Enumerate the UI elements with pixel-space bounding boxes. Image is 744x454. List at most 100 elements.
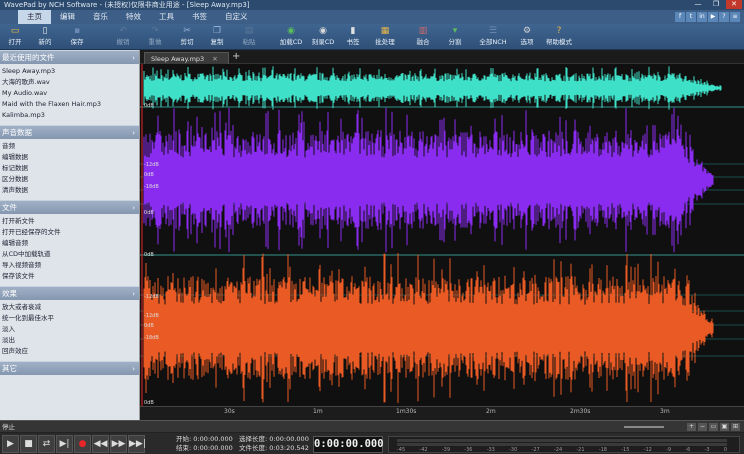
sidebar-item[interactable]: 保存该文件 [2, 271, 139, 282]
close-button[interactable]: ✕ [726, 0, 742, 9]
menu-tab-2[interactable]: 音乐 [84, 10, 117, 24]
maximize-button[interactable]: ❐ [708, 0, 724, 9]
sidebar-section-header-1[interactable]: 声音数据 › [0, 125, 139, 139]
sidebar-item[interactable]: 打开已经保存的文件 [2, 227, 139, 238]
section-title: 其它 [2, 364, 17, 373]
help-button[interactable]: ? 帮助模式 [544, 25, 574, 49]
time-info: 开始: 0:00:00.000 选择长度: 0:00:00.000 结束: 0:… [176, 435, 309, 453]
tools-button[interactable]: ⚙ 选项 [512, 25, 542, 49]
sidebar-section-header-2[interactable]: 文件 › [0, 200, 139, 214]
new-file-icon: ▯ [42, 26, 48, 36]
menu-tab-0[interactable]: 主页 [18, 10, 51, 24]
copy-button[interactable]: ❐ 复制 [202, 25, 232, 49]
split-button[interactable]: ▾ 分割 [440, 25, 470, 49]
copy-icon: ❐ [212, 26, 222, 36]
help-icon[interactable]: ? [719, 12, 729, 22]
waveform-canvas[interactable]: 0dB -12dB 0dB -18dB 0dB 0dB -12dB -12dB … [140, 64, 744, 406]
twitter-icon[interactable]: t [686, 12, 696, 22]
chevron-right-icon: › [132, 54, 135, 62]
loop-button[interactable]: ⇄ [38, 435, 55, 453]
sidebar-item[interactable]: 淡出 [2, 335, 139, 346]
toolbar-label: 重做 [148, 38, 162, 46]
ruler-tick-1m30s: 1m30s [396, 408, 417, 415]
zoom-out-icon[interactable]: − [698, 423, 707, 431]
zoom-in-icon[interactable]: + [687, 423, 696, 431]
close-tab-icon[interactable]: ✕ [212, 55, 217, 63]
sidebar-item[interactable]: 音频 [2, 141, 139, 152]
open-button[interactable]: ▭ 打开 [0, 25, 30, 49]
stop-button[interactable]: ■ [20, 435, 37, 453]
sidebar-item[interactable]: 标记数据 [2, 163, 139, 174]
undo-button[interactable]: ↶ 撤销 [108, 25, 138, 49]
redo-button[interactable]: ↷ 重做 [140, 25, 170, 49]
sidebar-item[interactable]: 放大或者衰减 [2, 302, 139, 313]
play-to-end-icon: ▶| [59, 439, 70, 449]
sidebar-item[interactable]: 编辑音频 [2, 238, 139, 249]
sidebar-section-header-0[interactable]: 最近使用的文件 › [0, 50, 139, 64]
loadcd-button[interactable]: ◉ 加载CD [276, 25, 306, 49]
facebook-icon[interactable]: f [675, 12, 685, 22]
start-label: 开始: [176, 435, 192, 443]
burncd-button[interactable]: ◉ 刻录CD [308, 25, 338, 49]
tab-sleep-away[interactable]: Sleep Away.mp3 ✕ [144, 52, 229, 64]
record-button[interactable]: ● [74, 435, 91, 453]
skip-end-button[interactable]: ▶▶| [128, 435, 146, 453]
suite-button[interactable]: ☰ 全部NCH [478, 25, 508, 49]
menu-tab-6[interactable]: 自定义 [216, 10, 257, 24]
zoom-fit-icon[interactable]: ▭ [709, 423, 718, 431]
batch-button[interactable]: ▦ 批处理 [370, 25, 400, 49]
new-button[interactable]: ▯ 新的 [30, 25, 60, 49]
paste-button[interactable]: ▤ 粘贴 [234, 25, 264, 49]
section-title: 声音数据 [2, 128, 32, 137]
play-to-end-button[interactable]: ▶| [56, 435, 73, 453]
meter-scale-label: -42 [419, 447, 428, 453]
sidebar-section-header-4[interactable]: 其它 › [0, 361, 139, 375]
record-icon: ● [78, 439, 87, 449]
menu-tab-1[interactable]: 编辑 [51, 10, 84, 24]
sidebar-item[interactable]: 打开新文件 [2, 216, 139, 227]
cut-button[interactable]: ✂ 剪切 [172, 25, 202, 49]
sidebar-section-header-3[interactable]: 效果 › [0, 286, 139, 300]
sidebar-item[interactable]: 区分数据 [2, 174, 139, 185]
end-label: 结束: [176, 444, 192, 452]
play-button[interactable]: ▶ [2, 435, 19, 453]
menu-tab-5[interactable]: 书签 [183, 10, 216, 24]
zoom-sel-icon[interactable]: ▣ [720, 423, 729, 431]
sidebar-item[interactable]: Sleep Away.mp3 [2, 66, 139, 77]
undo-icon: ↶ [119, 26, 127, 36]
save-button[interactable]: ▪ 保存 [62, 25, 92, 49]
linkedin-icon[interactable]: in [697, 12, 707, 22]
sidebar-item[interactable]: Kalimba.mp3 [2, 110, 139, 121]
sidebar-item[interactable]: 导入视频音频 [2, 260, 139, 271]
meter-bar-left [397, 439, 727, 442]
menu-tab-3[interactable]: 特效 [117, 10, 150, 24]
current-time-display: 0:00:00.000 [313, 436, 384, 453]
toolbar-label: 保存 [70, 38, 84, 46]
minimize-button[interactable]: — [690, 0, 706, 9]
sidebar-item[interactable]: 大海的歌声.wav [2, 77, 139, 88]
add-tab-button[interactable]: + [232, 51, 240, 62]
cd-burn-icon: ◉ [319, 26, 327, 36]
sidebar-item[interactable]: 统一化到最佳水平 [2, 313, 139, 324]
zoom-slider[interactable] [624, 426, 664, 428]
rewind-button[interactable]: ◀◀ [92, 435, 109, 453]
bookmark-button[interactable]: ▮ 书签 [338, 25, 368, 49]
zoom-all-icon[interactable]: ⊞ [731, 423, 740, 431]
sidebar-item[interactable]: 淡入 [2, 324, 139, 335]
toolbar-label: 帮助模式 [546, 38, 572, 46]
menu-tab-4[interactable]: 工具 [150, 10, 183, 24]
toolbar-label: 刻录CD [311, 38, 335, 46]
sidebar-item[interactable]: 从CD中加载轨道 [2, 249, 139, 260]
join-icon: ▥ [418, 26, 428, 36]
fast-forward-button[interactable]: ▶▶ [110, 435, 127, 453]
sidebar-item[interactable]: 回声效应 [2, 346, 139, 357]
youtube-icon[interactable]: ▶ [708, 12, 718, 22]
sidebar-item[interactable]: Maid with the Flaxen Hair.mp3 [2, 99, 139, 110]
sidebar-item[interactable]: My Audio.wav [2, 88, 139, 99]
loop-icon: ⇄ [42, 439, 51, 449]
join-button[interactable]: ▥ 融合 [408, 25, 438, 49]
sidebar-item[interactable]: 清声数据 [2, 185, 139, 196]
sidebar-item[interactable]: 编辑数据 [2, 152, 139, 163]
menu-icon[interactable]: ≡ [730, 12, 740, 22]
time-ruler[interactable]: 30s 1m 1m30s 2m 2m30s 3m [140, 406, 744, 420]
